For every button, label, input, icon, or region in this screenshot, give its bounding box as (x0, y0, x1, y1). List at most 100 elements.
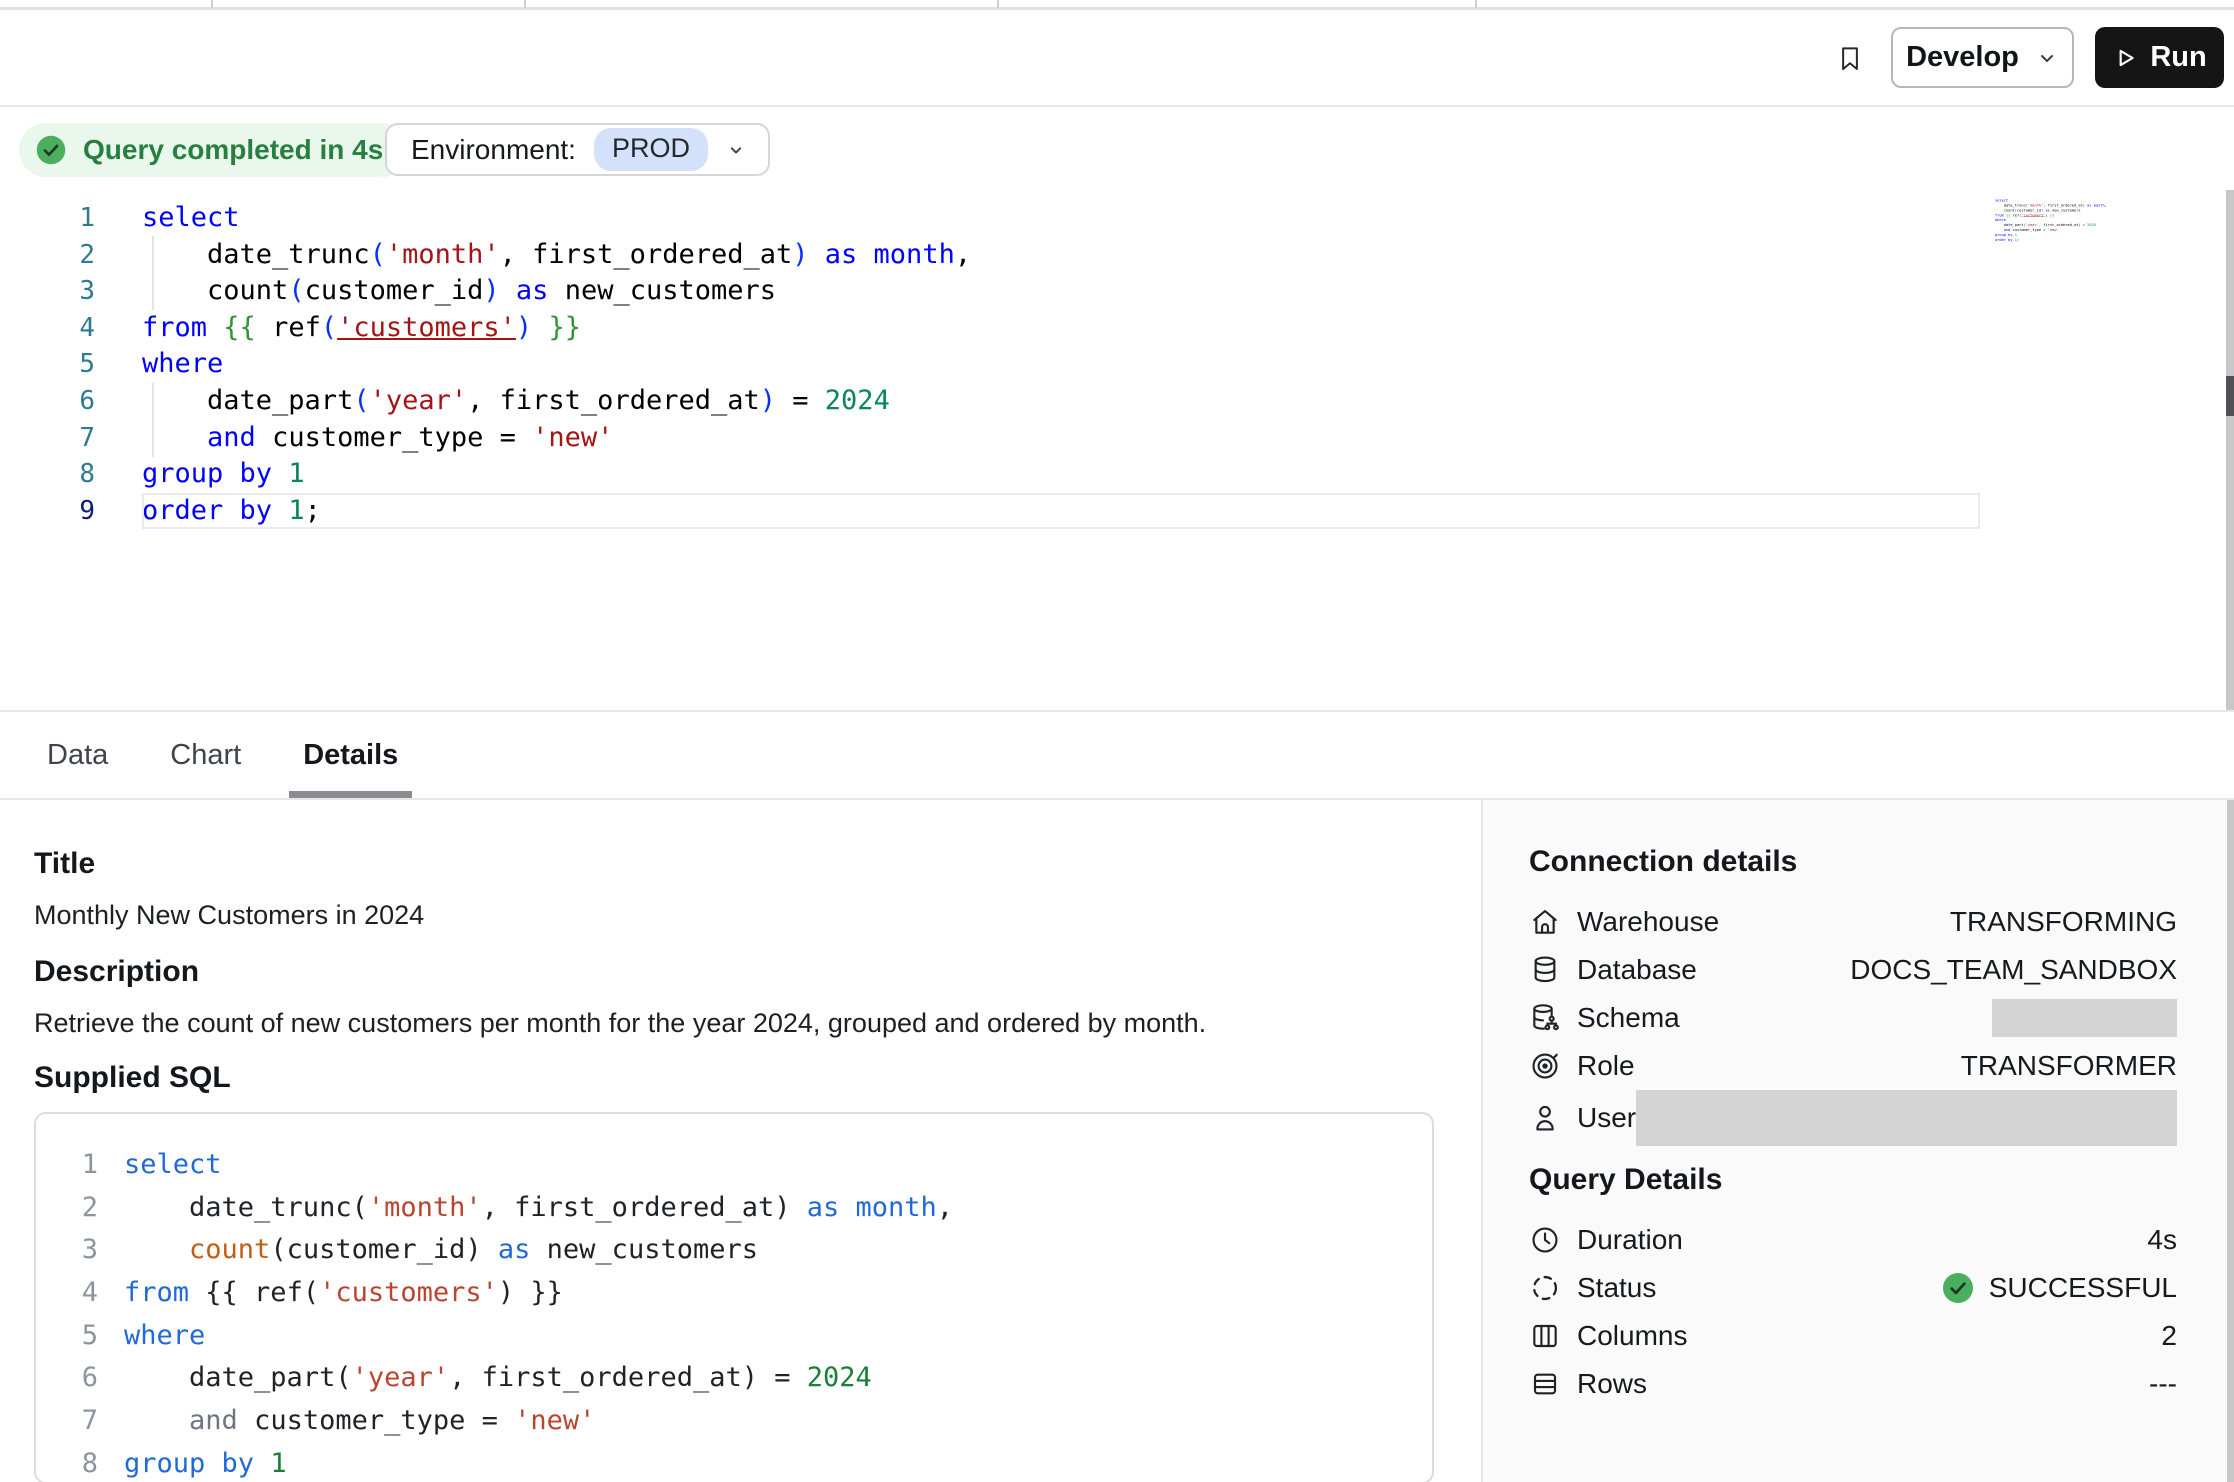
detail-value: 2 (2161, 1320, 2177, 1352)
chevron-down-icon (726, 140, 746, 160)
code-line: 5where (36, 1315, 1432, 1358)
detail-label: Role (1577, 1050, 1635, 1082)
chevron-down-icon (2035, 46, 2059, 70)
line-number: 5 (0, 346, 95, 383)
browser-tab-strip (0, 0, 2234, 10)
query-status-pill: Query completed in 4s (19, 123, 409, 177)
database-icon (1529, 954, 1561, 986)
query-details-heading: Query Details (1529, 1162, 2177, 1198)
line-number: 2 (36, 1187, 98, 1230)
schema-icon (1529, 1002, 1561, 1034)
description-heading: Description (34, 954, 1434, 990)
line-number: 7 (0, 420, 95, 457)
role-icon (1529, 1050, 1561, 1082)
code-line: 4from {{ ref('customers') }} (0, 310, 2227, 347)
line-number: 7 (36, 1400, 98, 1443)
detail-label: Duration (1577, 1224, 1683, 1256)
tab-chart[interactable]: Chart (164, 712, 247, 798)
check-circle-icon (1939, 1269, 1977, 1307)
code-line: 1select (36, 1144, 1432, 1187)
code-line: 8group by 1 (36, 1443, 1432, 1482)
title-heading: Title (34, 846, 1434, 882)
code-line: 8group by 1 (0, 456, 2227, 493)
results-tabbar: Data Chart Details (0, 710, 2234, 800)
query-status-text: Query completed in 4s (83, 134, 383, 166)
check-circle-icon (33, 132, 69, 168)
line-number: 1 (0, 200, 95, 237)
code-line: order by 1; (1995, 238, 2010, 243)
detail-label: Database (1577, 954, 1697, 986)
line-number: 3 (36, 1229, 98, 1272)
duration-icon (1529, 1224, 1561, 1256)
line-number: 2 (0, 237, 95, 274)
indent-guide (152, 236, 154, 310)
detail-value: DOCS_TEAM_SANDBOX (1850, 954, 2177, 986)
play-icon (2112, 45, 2138, 71)
environment-selector[interactable]: Environment: PROD (385, 123, 770, 176)
columns-icon (1529, 1320, 1561, 1352)
redacted-value (1636, 1090, 2177, 1146)
toolbar: Develop Run (0, 10, 2234, 107)
detail-value: TRANSFORMER (1961, 1050, 2177, 1082)
develop-button[interactable]: Develop (1891, 27, 2074, 88)
tab-strip-divider (997, 0, 999, 8)
line-number: 1 (36, 1144, 98, 1187)
detail-label: Columns (1577, 1320, 1687, 1352)
detail-label: Schema (1577, 1002, 1680, 1034)
tab-data[interactable]: Data (41, 712, 114, 798)
line-number: 4 (36, 1272, 98, 1315)
status-icon (1529, 1272, 1561, 1304)
description-value: Retrieve the count of new customers per … (34, 1006, 1434, 1040)
detail-row-schema: Schema (1529, 994, 2177, 1042)
detail-value: SUCCESSFUL (1939, 1269, 2177, 1307)
detail-row-rows: Rows --- (1529, 1360, 2177, 1408)
editor-minimap[interactable]: select date_trunc('month', first_ordered… (1995, 198, 2107, 258)
detail-label: Rows (1577, 1368, 1647, 1400)
details-panel: Title Monthly New Customers in 2024 Desc… (34, 800, 1434, 1482)
tab-strip-divider (524, 0, 526, 8)
tab-details[interactable]: Details (297, 712, 404, 798)
line-number: 8 (0, 456, 95, 493)
code-line: 7 and customer_type = 'new' (0, 420, 2227, 457)
code-line: 5where (0, 346, 2227, 383)
app-root: Develop Run Query completed in 4s Enviro… (0, 0, 2234, 1482)
code-line: 9order by 1; (0, 493, 2227, 530)
line-number: 5 (36, 1315, 98, 1358)
code-line: 7 and customer_type = 'new' (36, 1400, 1432, 1443)
line-number: 6 (0, 383, 95, 420)
indent-guide (152, 383, 154, 457)
code-line: 6 date_part('year', first_ordered_at) = … (36, 1357, 1432, 1400)
user-icon (1529, 1102, 1561, 1134)
scrollbar-thumb[interactable] (2226, 376, 2234, 416)
detail-value: TRANSFORMING (1950, 906, 2177, 938)
sql-editor[interactable]: 1select2 date_trunc('month', first_order… (0, 200, 2227, 710)
line-number: 6 (36, 1357, 98, 1400)
rows-icon (1529, 1368, 1561, 1400)
code-line: 1select (0, 200, 2227, 237)
bookmark-icon[interactable] (1827, 34, 1873, 84)
redacted-value (1992, 999, 2177, 1037)
connection-details-panel: Connection details WarehouseTRANSFORMING… (1481, 800, 2227, 1482)
code-line: 6 date_part('year', first_ordered_at) = … (0, 383, 2227, 420)
line-number: 9 (0, 493, 95, 530)
line-number: 3 (0, 273, 95, 310)
line-number: 8 (36, 1443, 98, 1482)
run-button[interactable]: Run (2095, 27, 2224, 88)
detail-value: --- (2149, 1368, 2177, 1400)
run-button-label: Run (2150, 41, 2206, 74)
detail-row-database: Database DOCS_TEAM_SANDBOX (1529, 946, 2177, 994)
detail-label: Status (1577, 1272, 1656, 1304)
code-line: 3 count(customer_id) as new_customers (36, 1229, 1432, 1272)
warehouse-icon (1529, 906, 1561, 938)
tab-strip-divider (1475, 0, 1477, 8)
title-value: Monthly New Customers in 2024 (34, 898, 1434, 932)
supplied-sql-heading: Supplied SQL (34, 1060, 1434, 1096)
code-line: 4from {{ ref('customers') }} (36, 1272, 1432, 1315)
environment-label: Environment: (411, 134, 576, 166)
tab-strip-divider (211, 0, 213, 8)
line-number: 4 (0, 310, 95, 347)
code-line: 2 date_trunc('month', first_ordered_at) … (0, 237, 2227, 274)
detail-row-user: User (1529, 1090, 2177, 1146)
develop-button-label: Develop (1906, 41, 2019, 74)
environment-value-badge: PROD (594, 128, 708, 171)
